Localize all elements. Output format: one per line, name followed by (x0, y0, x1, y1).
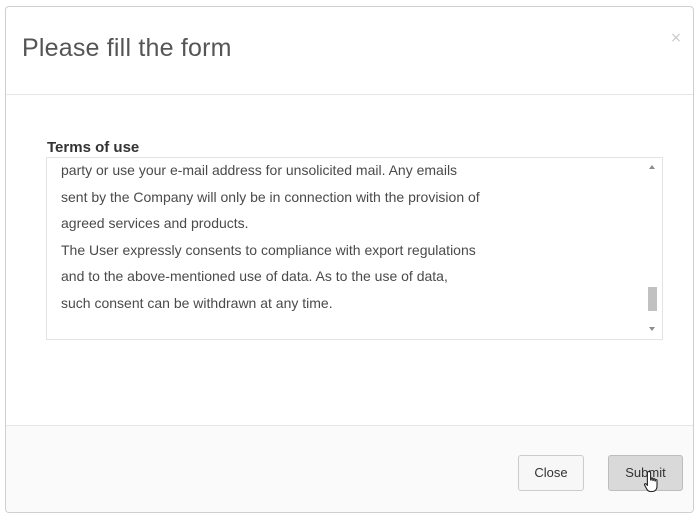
close-button[interactable]: Close (518, 455, 584, 491)
terms-textarea[interactable]: party or use your e-mail address for uns… (46, 157, 663, 340)
scroll-track[interactable] (648, 174, 657, 324)
scroll-up-arrow-icon[interactable] (649, 165, 655, 169)
scroll-thumb[interactable] (648, 287, 657, 311)
terms-scrollbar[interactable] (645, 158, 662, 339)
dialog-footer: Close Submit (6, 425, 693, 512)
terms-text: party or use your e-mail address for uns… (61, 162, 480, 311)
scroll-down-arrow-icon[interactable] (649, 327, 655, 331)
dialog-body: Terms of use party or use your e-mail ad… (6, 95, 693, 425)
submit-button[interactable]: Submit (608, 455, 683, 491)
terms-label: Terms of use (47, 139, 140, 156)
dialog-title: Please fill the form (22, 34, 232, 62)
dialog-header: Please fill the form × (6, 7, 693, 95)
close-icon[interactable]: × (669, 31, 683, 45)
form-dialog: Please fill the form × Terms of use part… (5, 6, 694, 513)
